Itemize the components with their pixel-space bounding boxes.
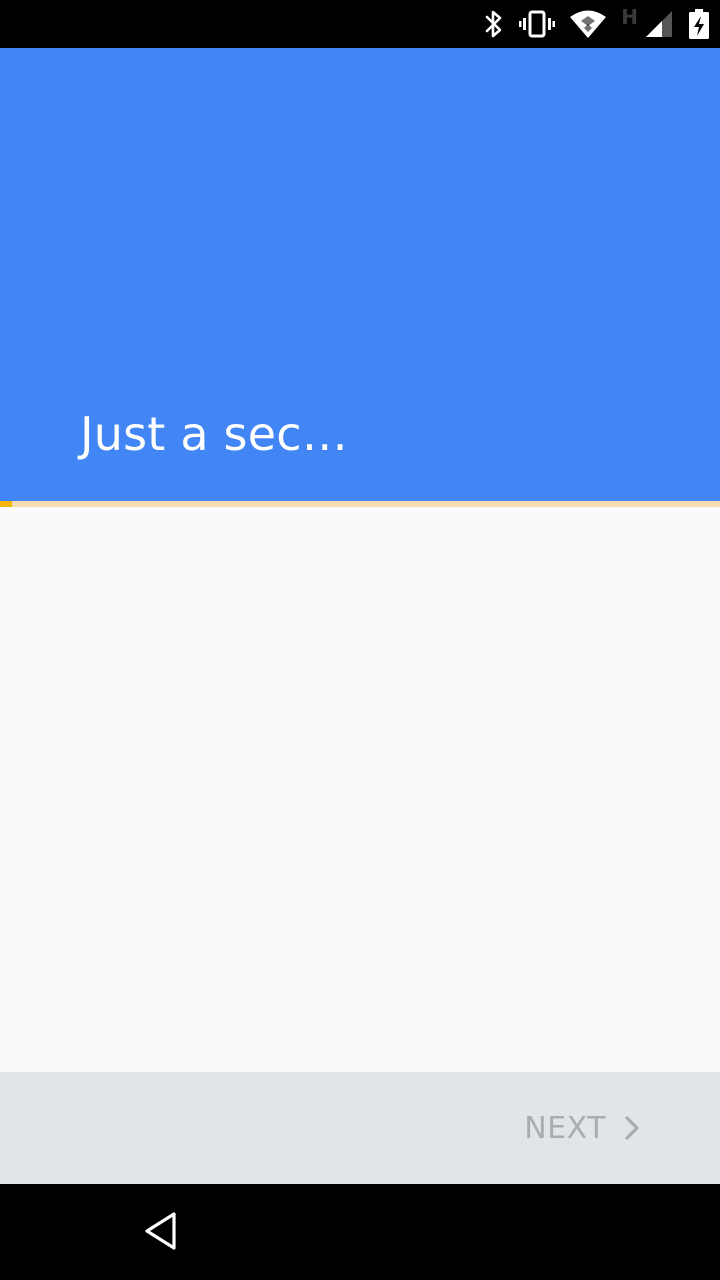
- cell-signal-icon: [644, 0, 674, 48]
- status-icons: H: [483, 0, 710, 48]
- header: Just a sec…: [0, 48, 720, 501]
- navigation-bar: [0, 1184, 720, 1280]
- status-bar: H: [0, 0, 720, 48]
- network-type-label: H: [621, 5, 638, 29]
- next-button-label: NEXT: [524, 1110, 606, 1146]
- battery-charging-icon: [688, 0, 710, 48]
- content-area: [0, 507, 720, 1072]
- bluetooth-icon: [483, 0, 505, 48]
- wifi-icon: [569, 0, 607, 48]
- screen: H Just a sec… NEXT: [0, 0, 720, 1280]
- chevron-right-icon: [624, 1115, 640, 1141]
- page-title: Just a sec…: [80, 407, 348, 461]
- footer-bar: NEXT: [0, 1072, 720, 1184]
- vibrate-icon: [519, 0, 556, 48]
- back-triangle-icon[interactable]: [136, 1206, 186, 1256]
- next-button[interactable]: NEXT: [524, 1100, 640, 1156]
